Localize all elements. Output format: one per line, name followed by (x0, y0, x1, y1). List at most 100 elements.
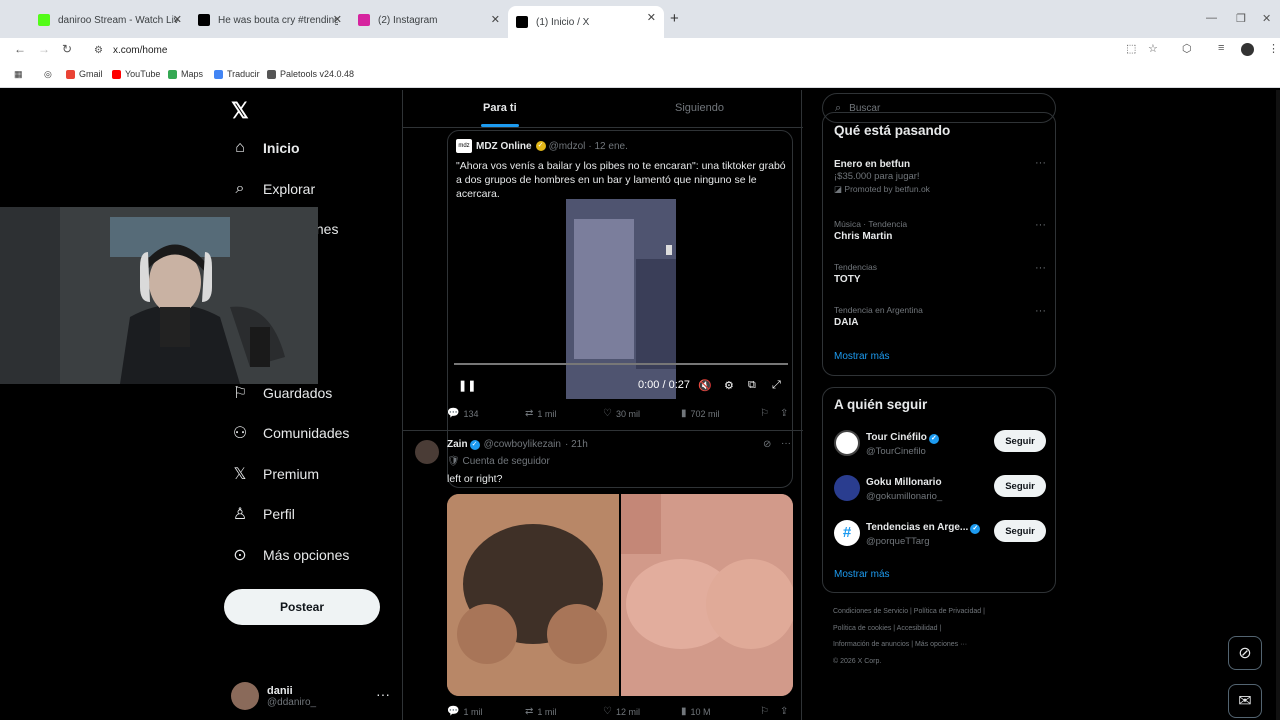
mute-icon[interactable]: 🔇 (698, 379, 712, 392)
site-info-icon[interactable]: ⚙ (94, 45, 103, 56)
follow-suggestion[interactable]: Goku Millonario @gokumillonario_ Seguir (834, 475, 1046, 505)
browser-tab[interactable]: (2) Instagram ✕ (350, 8, 508, 32)
maximize-icon[interactable]: ❐ (1236, 12, 1246, 25)
media-image-right[interactable] (621, 494, 793, 696)
close-window-icon[interactable]: ✕ (1262, 12, 1271, 25)
video-player[interactable]: ❚❚ 0:00 / 0:27 🔇 ⚙ ⧉ ⤢ (448, 199, 792, 399)
trend-item[interactable]: Tendencias TOTY ··· (834, 262, 1046, 285)
tab-para-ti[interactable]: Para ti (483, 102, 517, 114)
messages-button[interactable]: ✉ (1228, 684, 1262, 718)
bookmark-youtube[interactable]: YouTube (112, 69, 160, 79)
trend-more-icon[interactable]: ··· (1035, 305, 1046, 317)
nav-item-mas-opciones[interactable]: ⊙ Más opciones (231, 545, 349, 565)
share-icon[interactable]: ⇪ (780, 408, 788, 419)
bookmark-icon[interactable]: ⚐ (760, 706, 769, 717)
nav-item-guardados[interactable]: ⚐ Guardados (231, 383, 332, 403)
pause-icon[interactable]: ❚❚ (458, 379, 476, 392)
share-icon[interactable]: ⇪ (780, 706, 788, 717)
scrollbar[interactable] (1276, 90, 1280, 720)
trend-more-icon[interactable]: ··· (1035, 219, 1046, 231)
nav-item-premium[interactable]: 𝕏 Premium (231, 464, 319, 484)
extensions-icon[interactable]: ⬡ (1182, 42, 1192, 55)
footer-line[interactable]: Información de anuncios | Más opciones ·… (833, 637, 1033, 654)
tweet[interactable] (403, 430, 803, 431)
like-button[interactable]: ♡ 12 mil (603, 706, 640, 717)
repost-button[interactable]: ⇄ 1 mil (525, 706, 556, 717)
nav-item-explorar[interactable]: ⌕ Explorar (231, 180, 316, 198)
footer-line[interactable]: Condiciones de Servicio | Política de Pr… (833, 604, 1033, 621)
account-switcher[interactable]: danii @ddaniro_ (231, 682, 316, 710)
browser-tab[interactable]: daniroo Stream - Watch Live on ✕ (30, 8, 190, 32)
avatar (834, 475, 860, 501)
views-button[interactable]: ▮ 702 mil (681, 408, 720, 419)
close-icon[interactable]: ✕ (173, 13, 182, 26)
follow-suggestion[interactable]: Tour Cinéfilo ✓ @TourCinefilo Seguir (834, 430, 1046, 460)
star-icon[interactable]: ☆ (1148, 42, 1158, 55)
menu-icon[interactable]: ⋮ (1268, 42, 1279, 55)
minimize-icon[interactable]: — (1206, 12, 1217, 24)
close-icon[interactable]: ✕ (333, 13, 342, 26)
nav-item-inicio[interactable]: ⌂ Inicio (231, 139, 299, 157)
globe-icon (267, 69, 276, 79)
repost-icon: ⇄ (525, 706, 534, 717)
browser-tab[interactable]: He was bouta cry #trending #F ✕ (190, 8, 350, 32)
follow-button[interactable]: Seguir (994, 430, 1046, 452)
close-icon[interactable]: ✕ (491, 13, 500, 26)
trend-more-icon[interactable]: ··· (1035, 157, 1046, 169)
fullscreen-icon[interactable]: ⤢ (772, 379, 781, 392)
media-image-left[interactable] (447, 494, 619, 696)
views-button[interactable]: ▮ 10 M (681, 706, 711, 717)
globe-icon[interactable]: ◎ (44, 69, 52, 80)
mail-icon: ✉ (1238, 693, 1252, 710)
reload-icon[interactable]: ↻ (62, 42, 72, 56)
avatar[interactable] (415, 440, 439, 464)
close-icon[interactable]: ✕ (647, 11, 656, 24)
media-icon[interactable]: ≡ (1218, 42, 1224, 54)
bookmark-gmail[interactable]: Gmail (66, 69, 103, 79)
grok-icon[interactable]: ⊘ (763, 439, 771, 450)
show-more-follow-link[interactable]: Mostrar más (834, 569, 890, 580)
forward-icon[interactable]: → (38, 42, 50, 56)
bookmark-maps[interactable]: Maps (168, 69, 203, 79)
back-icon[interactable]: ← (14, 42, 26, 56)
trend-item[interactable]: Enero en betfun ¡$35.000 para jugar! ◪ P… (834, 157, 1046, 195)
video-frame (566, 199, 676, 399)
repost-button[interactable]: ⇄ 1 mil (525, 408, 556, 419)
url-field[interactable]: ⚙ x.com/home (84, 39, 1174, 61)
browser-tab-active[interactable]: (1) Inicio / X ✕ (508, 6, 664, 38)
tweet-more-icon[interactable]: ··· (781, 438, 791, 449)
tab-siguiendo[interactable]: Siguiendo (675, 102, 724, 114)
x-logo-icon[interactable]: 𝕏 (231, 98, 249, 124)
follow-button[interactable]: Seguir (994, 475, 1046, 497)
apps-icon[interactable]: ▦ (14, 69, 23, 80)
footer-line[interactable]: Política de cookies | Accesibilidad | (833, 621, 1033, 638)
browser-tab-bar: daniroo Stream - Watch Live on ✕ He was … (0, 0, 1280, 38)
new-tab-button[interactable]: + (670, 10, 679, 27)
reply-button[interactable]: 💬 134 (447, 408, 478, 419)
tweet-media[interactable] (447, 494, 793, 696)
show-more-trends-link[interactable]: Mostrar más (834, 351, 890, 362)
bookmarks-bar: ▦ ◎ Gmail YouTube Maps Traducir Paletool… (0, 62, 1280, 88)
pip-icon[interactable]: ⧉ (748, 379, 756, 392)
nav-item-comunidades[interactable]: ⚇ Comunidades (231, 423, 350, 443)
bookmark-icon[interactable]: ⚐ (760, 408, 769, 419)
trend-more-icon[interactable]: ··· (1035, 262, 1046, 274)
account-more-icon[interactable]: ··· (376, 686, 390, 702)
profile-avatar[interactable] (1241, 43, 1254, 56)
follow-button[interactable]: Seguir (994, 520, 1046, 542)
nav-item-perfil[interactable]: ♙ Perfil (231, 504, 295, 524)
install-icon[interactable]: ⬚ (1126, 42, 1136, 55)
reply-button[interactable]: 💬 1 mil (447, 706, 482, 717)
grok-button[interactable]: ⊘ (1228, 636, 1262, 670)
bookmark-paletools[interactable]: Paletools v24.0.48 (267, 69, 354, 79)
post-button[interactable]: Postear (224, 589, 380, 625)
video-progress-bar[interactable] (454, 363, 788, 365)
trend-item[interactable]: Música · Tendencia Chris Martin ··· (834, 219, 1046, 242)
settings-icon[interactable]: ⚙ (724, 379, 734, 392)
heart-icon: ♡ (603, 408, 612, 419)
like-button[interactable]: ♡ 30 mil (603, 408, 640, 419)
trend-item[interactable]: Tendencia en Argentina DAIA ··· (834, 305, 1046, 328)
bookmark-traducir[interactable]: Traducir (214, 69, 260, 79)
follow-suggestion[interactable]: # Tendencias en Arge... ✓ @porqueTTarg Se… (834, 520, 1046, 550)
quoted-tweet[interactable]: mdz MDZ Online ✓ @mdzol · 12 ene. "Ahora… (447, 130, 793, 488)
